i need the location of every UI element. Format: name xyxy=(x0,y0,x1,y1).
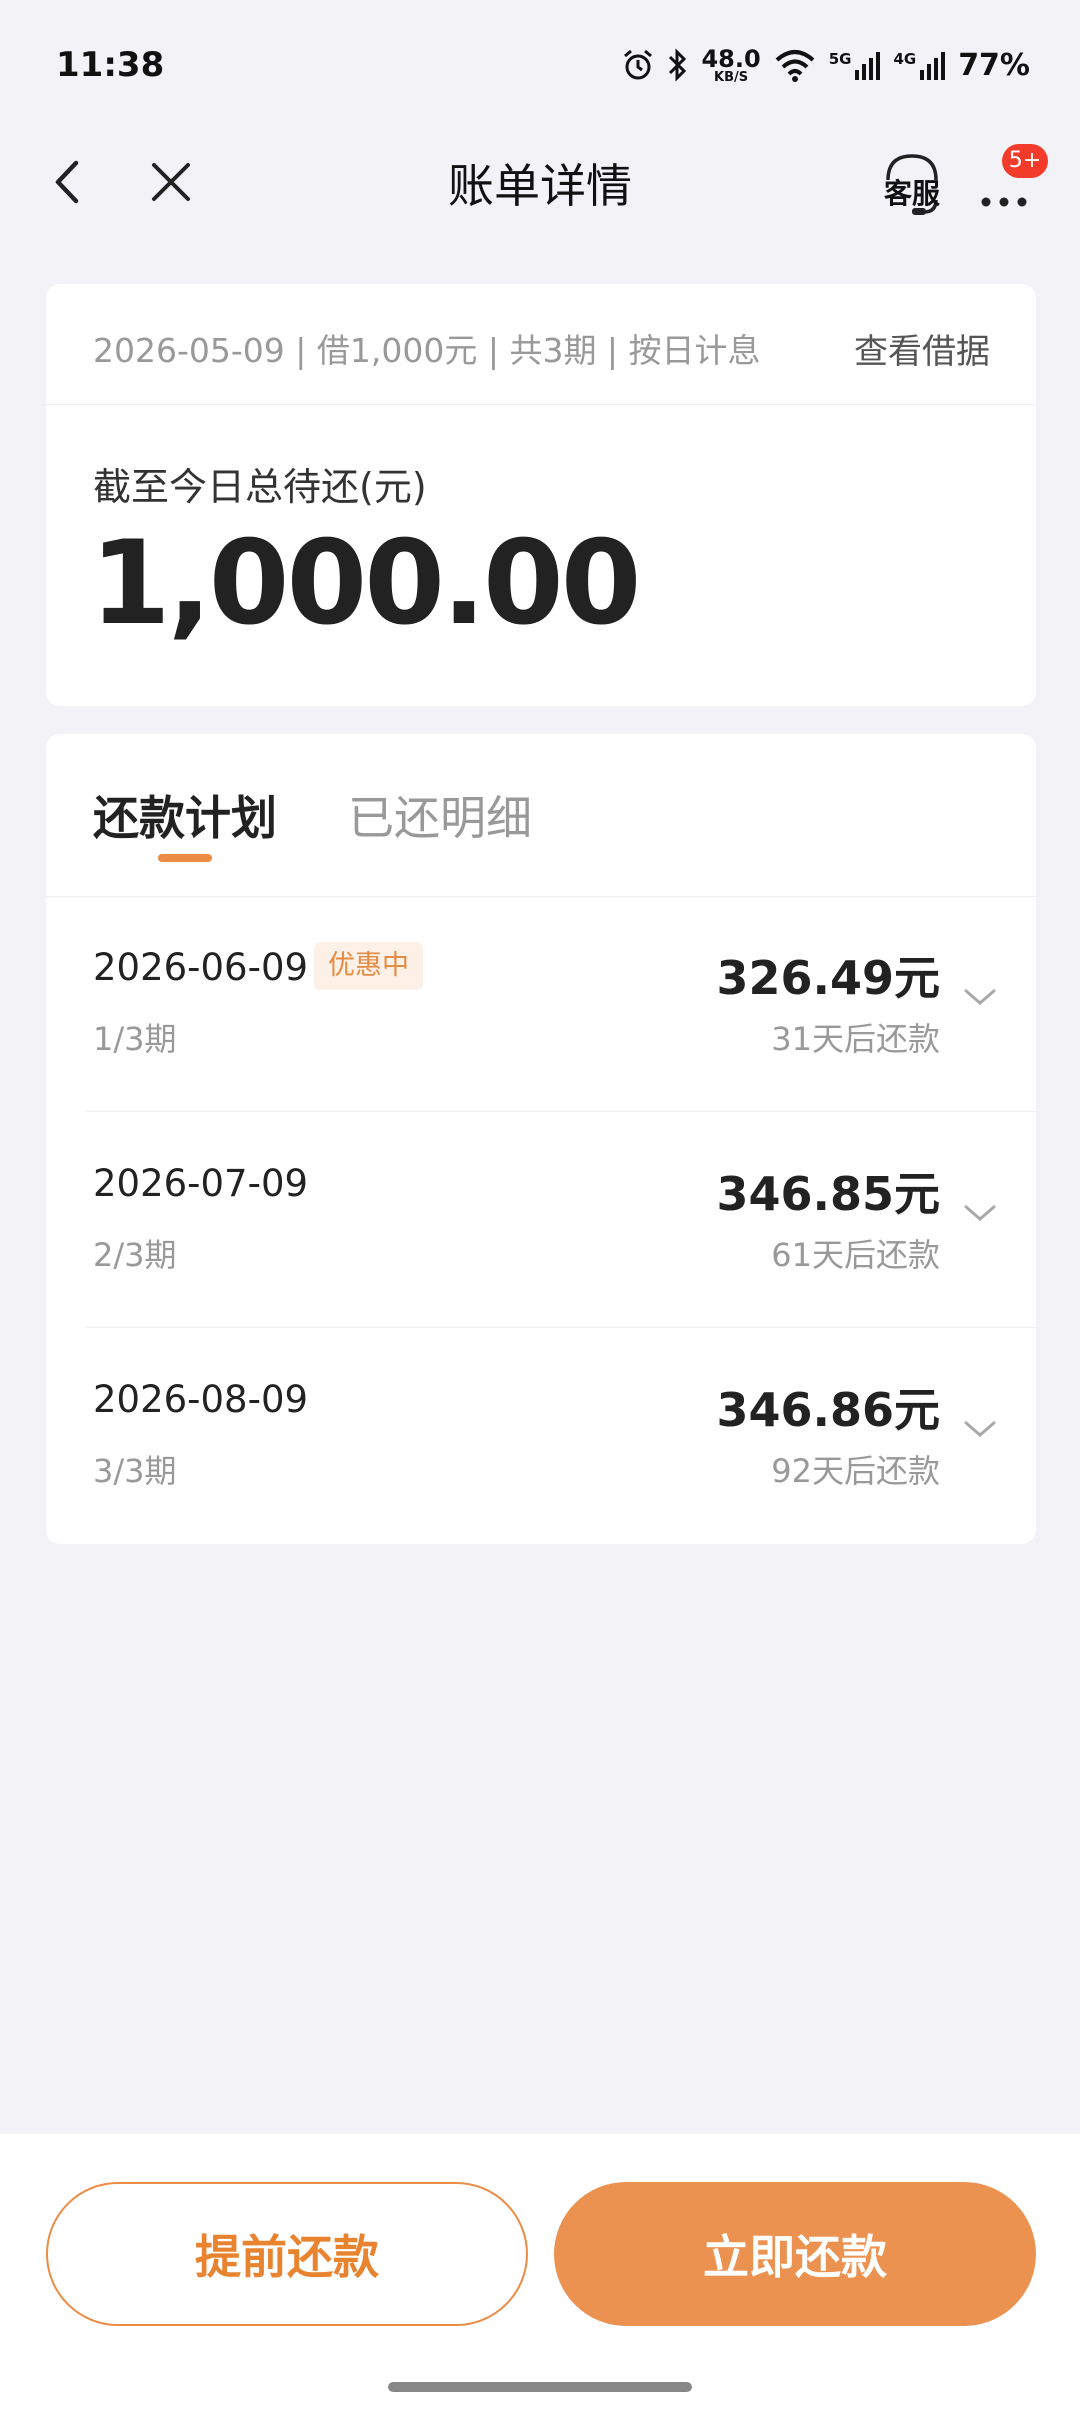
installment-period: 1/3期 xyxy=(93,1020,177,1058)
tabs: 还款计划 已还明细 xyxy=(46,734,1036,897)
signal-bars-icon xyxy=(855,52,881,80)
installment-due: 61天后还款 xyxy=(771,1236,940,1274)
divider xyxy=(46,404,1036,405)
chevron-down-icon[interactable] xyxy=(962,1418,998,1440)
status-time: 11:38 xyxy=(56,45,165,85)
installment-row[interactable]: 2026-08-09 3/3期 346.86元 92天后还款 xyxy=(46,1328,1036,1544)
notification-badge: 5+ xyxy=(1002,144,1048,178)
loan-summary-card: 2026-05-09 | 借1,000元 | 共3期 | 按日计息 查看借据 截… xyxy=(46,284,1036,706)
signal-4g: 4G xyxy=(893,50,946,80)
installment-amount: 326.49元 xyxy=(716,951,940,1005)
wifi-icon xyxy=(775,50,815,82)
screen: 11:38 48.0 KB/S 5G 4G 77% 账单详情 客服 5+ 202… xyxy=(0,0,1080,2412)
installment-period: 3/3期 xyxy=(93,1452,177,1490)
early-repayment-button[interactable]: 提前还款 xyxy=(46,2182,528,2326)
customer-service-label: 客服 xyxy=(883,177,940,210)
alarm-icon xyxy=(624,49,653,80)
view-receipt-link[interactable]: 查看借据 xyxy=(854,324,990,373)
total-due-label: 截至今日总待还(元) xyxy=(93,465,427,509)
signal-5g: 5G xyxy=(829,50,882,80)
installment-date: 2026-08-09 xyxy=(93,1378,309,1421)
status-icons: 48.0 KB/S 5G 4G 77% xyxy=(621,47,1030,84)
bluetooth-icon xyxy=(669,48,687,82)
chevron-down-icon[interactable] xyxy=(962,986,998,1008)
network-speed: 48.0 KB/S xyxy=(701,44,761,85)
tab-repayment-plan[interactable]: 还款计划 xyxy=(93,782,277,848)
installment-date: 2026-07-09 xyxy=(93,1162,309,1205)
installment-amount: 346.85元 xyxy=(716,1167,940,1221)
active-tab-indicator xyxy=(158,854,212,862)
installment-row[interactable]: 2026-06-09 优惠中 1/3期 326.49元 31天后还款 xyxy=(46,896,1036,1112)
total-due-amount: 1,000.00 xyxy=(90,516,641,651)
discount-badge: 优惠中 xyxy=(314,942,423,990)
installment-row[interactable]: 2026-07-09 2/3期 346.85元 61天后还款 xyxy=(46,1112,1036,1328)
customer-service-button[interactable]: 客服 xyxy=(876,150,948,222)
nav-bar: 账单详情 客服 5+ xyxy=(0,130,1080,235)
battery-level: 77% xyxy=(958,47,1030,83)
chevron-down-icon[interactable] xyxy=(962,1202,998,1224)
signal-bars-icon xyxy=(920,52,946,80)
bottom-action-bar: 提前还款 立即还款 xyxy=(0,2134,1080,2412)
home-indicator[interactable] xyxy=(388,2382,692,2392)
repayment-plan-card: 还款计划 已还明细 2026-06-09 优惠中 1/3期 326.49元 31… xyxy=(46,734,1036,1544)
status-bar: 11:38 48.0 KB/S 5G 4G 77% xyxy=(0,0,1080,130)
installment-due: 92天后还款 xyxy=(771,1452,940,1490)
installment-date: 2026-06-09 xyxy=(93,946,309,989)
loan-info: 2026-05-09 | 借1,000元 | 共3期 | 按日计息 xyxy=(93,331,761,370)
repay-now-button[interactable]: 立即还款 xyxy=(554,2182,1036,2326)
tab-paid-details[interactable]: 已还明细 xyxy=(348,782,532,848)
installment-period: 2/3期 xyxy=(93,1236,177,1274)
installment-due: 31天后还款 xyxy=(771,1020,940,1058)
installment-amount: 346.86元 xyxy=(716,1383,940,1437)
